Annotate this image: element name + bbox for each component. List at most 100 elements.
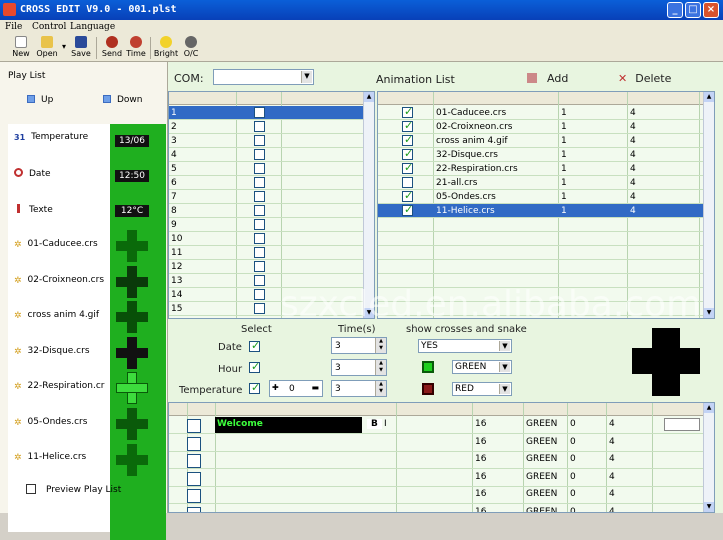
playlist-item[interactable]: Texte — [14, 204, 53, 215]
oc-button[interactable]: O/C — [180, 35, 202, 61]
menu-file[interactable]: File — [5, 22, 22, 32]
playlist-item[interactable]: 31 Temperature — [14, 132, 88, 142]
show-crosses-select[interactable]: YES ▼ — [418, 339, 512, 353]
animation-checkbox[interactable] — [402, 177, 413, 188]
row-checkbox[interactable] — [254, 177, 265, 188]
text-row-checkbox[interactable] — [187, 471, 201, 486]
maximize-button[interactable]: □ — [685, 2, 701, 18]
row-checkbox[interactable] — [254, 275, 265, 286]
row-checkbox[interactable] — [254, 149, 265, 160]
table-row[interactable]: 8 — [169, 204, 374, 218]
open-button[interactable]: Open — [34, 35, 60, 61]
playlist-item[interactable]: ✲ 11-Helice.crs — [14, 452, 86, 463]
preview-playlist-button[interactable]: Preview Play List — [26, 484, 121, 495]
animation-row[interactable]: 02-Croixneon.crs 1 4 — [378, 119, 714, 134]
animation-row[interactable]: cross anim 4.gif 1 4 — [378, 133, 714, 148]
text-row[interactable]: 16 GREEN 0 4 — [169, 470, 714, 487]
spinner-arrows-icon[interactable]: ▲ ▼ — [375, 360, 386, 375]
spinner-arrows-icon[interactable]: ▲ ▼ — [375, 381, 386, 396]
table-row[interactable]: 1 — [169, 106, 374, 120]
text-row[interactable]: 16 GREEN 0 4 — [169, 435, 714, 452]
add-button[interactable]: Add — [527, 72, 568, 85]
playlist-item[interactable]: Date — [14, 168, 51, 179]
table-row[interactable]: 12 — [169, 260, 374, 274]
row-checkbox[interactable] — [254, 121, 265, 132]
animation-row[interactable]: 05-Ondes.crs 1 4 — [378, 189, 714, 204]
menu-language[interactable]: Language — [70, 22, 115, 32]
animation-row[interactable]: 22-Respiration.crs 1 4 — [378, 161, 714, 176]
row-checkbox[interactable] — [254, 163, 265, 174]
hour-time-spinner[interactable]: 3 ▲ ▼ — [331, 359, 387, 376]
move-up-button[interactable]: Up — [27, 95, 53, 105]
temperature-offset-spinner[interactable]: ✚ 0 ▬ — [269, 380, 323, 397]
row-checkbox[interactable] — [254, 289, 265, 300]
playlist-item[interactable]: ✲ cross anim 4.gif — [14, 310, 99, 321]
bold-button[interactable]: B — [367, 419, 382, 429]
text-row[interactable]: 16 GREEN 0 4 — [169, 505, 714, 512]
text-row-checkbox[interactable] — [187, 454, 201, 468]
date-time-spinner[interactable]: 3 ▲ ▼ — [331, 337, 387, 354]
playlist-item[interactable]: ✲ 01-Caducee.crs — [14, 239, 98, 250]
row-checkbox[interactable] — [254, 107, 265, 118]
row-checkbox[interactable] — [254, 247, 265, 258]
row-checkbox[interactable] — [254, 219, 265, 230]
row-checkbox[interactable] — [254, 191, 265, 202]
row-checkbox[interactable] — [254, 135, 265, 146]
minimize-button[interactable]: _ — [667, 2, 683, 18]
animation-checkbox[interactable] — [402, 203, 413, 216]
com-select[interactable]: ▼ — [213, 69, 314, 85]
time-button[interactable]: Time — [124, 35, 148, 61]
animation-checkbox[interactable] — [402, 147, 413, 160]
animation-row[interactable]: 21-all.crs 1 4 — [378, 176, 714, 190]
spinner-arrows-icon[interactable]: ▲ ▼ — [375, 338, 386, 353]
playlist-item[interactable]: ✲ 05-Ondes.crs — [14, 417, 87, 428]
send-button[interactable]: Send — [99, 35, 125, 61]
playlist-item[interactable]: ✲ 22-Respiration.cr — [14, 381, 105, 392]
minus-icon[interactable]: ▬ — [311, 383, 319, 392]
menu-control[interactable]: Control — [32, 22, 66, 32]
table-row[interactable]: 5 — [169, 162, 374, 176]
text-input[interactable]: Welcome — [215, 417, 362, 433]
new-button[interactable]: New — [8, 35, 34, 61]
preview-icon[interactable] — [664, 418, 700, 431]
animation-checkbox[interactable] — [402, 133, 413, 146]
date-checkbox[interactable] — [249, 339, 260, 352]
table-row[interactable]: 11 — [169, 246, 374, 260]
animation-checkbox[interactable] — [402, 161, 413, 174]
playlist-item[interactable]: ✲ 32-Disque.crs — [14, 346, 90, 357]
table-row[interactable]: 10 — [169, 232, 374, 246]
table-row[interactable]: 3 — [169, 134, 374, 148]
text-row[interactable]: 16 GREEN 0 4 — [169, 452, 714, 469]
delete-button[interactable]: ✕ Delete — [618, 72, 671, 85]
animation-checkbox[interactable] — [402, 119, 413, 132]
text-row-checkbox[interactable] — [187, 436, 201, 451]
temperature-checkbox[interactable] — [249, 381, 260, 394]
text-row[interactable]: 16 GREEN 0 4 — [169, 487, 714, 504]
text-row-checkbox[interactable] — [187, 419, 201, 433]
text-row-checkbox[interactable] — [187, 489, 201, 503]
save-button[interactable]: Save — [68, 35, 94, 61]
row-checkbox[interactable] — [254, 233, 265, 244]
cross-color-select[interactable]: GREEN ▼ — [452, 360, 512, 374]
bright-button[interactable]: Bright — [152, 35, 180, 61]
animation-grid-scrollbar[interactable]: ▲ ▼ — [703, 92, 714, 318]
move-down-button[interactable]: Down — [103, 95, 143, 105]
table-row[interactable]: 2 — [169, 120, 374, 134]
italic-button[interactable]: I — [384, 419, 387, 429]
playlist-item[interactable]: ✲ 02-Croixneon.crs — [14, 275, 104, 286]
row-checkbox[interactable] — [254, 205, 265, 216]
animation-row[interactable]: 32-Disque.crs 1 4 — [378, 147, 714, 162]
close-button[interactable]: × — [703, 2, 719, 18]
animation-row[interactable]: 01-Caducee.crs 1 4 — [378, 105, 714, 120]
table-row[interactable]: 4 — [169, 148, 374, 162]
plus-icon[interactable]: ✚ — [272, 383, 279, 392]
row-checkbox[interactable] — [254, 261, 265, 272]
snake-color-select[interactable]: RED ▼ — [452, 382, 512, 396]
animation-row[interactable]: 11-Helice.crs 1 4 — [378, 203, 714, 218]
animation-checkbox[interactable] — [402, 105, 413, 118]
text-row[interactable]: Welcome B I 16 GREEN 0 4 — [169, 417, 714, 434]
table-row[interactable]: 9 — [169, 218, 374, 232]
text-grid-scrollbar[interactable]: ▲ ▼ — [703, 403, 714, 512]
text-row-checkbox[interactable] — [187, 506, 201, 512]
hour-checkbox[interactable] — [249, 360, 260, 373]
